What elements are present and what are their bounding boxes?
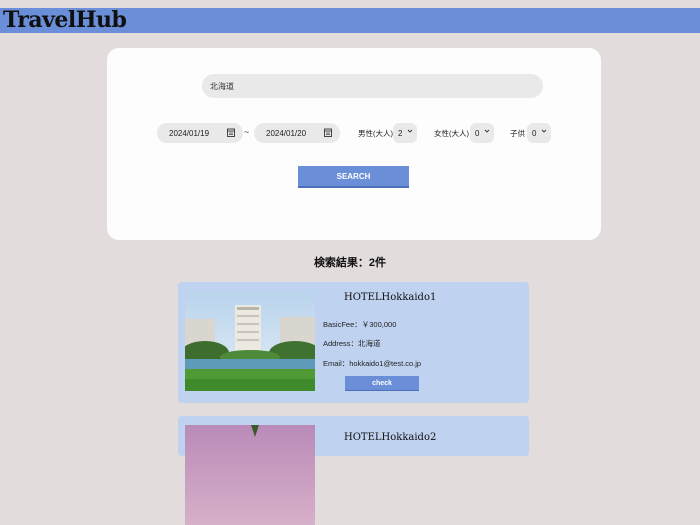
check-button[interactable]: check	[345, 376, 419, 391]
brand-logo[interactable]: TravelHub	[3, 8, 127, 33]
hotel-name: HOTELHokkaido1	[344, 292, 437, 303]
children-select[interactable]: 0	[527, 123, 551, 143]
children-value: 0	[532, 128, 537, 138]
checkin-date-value: 2024/01/19	[169, 128, 210, 138]
hotel-photo	[185, 425, 315, 525]
date-range-separator: ~	[244, 127, 250, 137]
male-adults-value: 2	[398, 128, 403, 138]
female-adults-label: 女性(大人)	[434, 129, 469, 138]
chevron-down-icon	[541, 129, 547, 133]
checkout-date-field[interactable]: 2024/01/20	[254, 123, 340, 143]
calendar-icon[interactable]	[227, 128, 235, 137]
checkin-date-field[interactable]: 2024/01/19	[157, 123, 243, 143]
search-panel: 北海道 2024/01/19 ~ 2024/01/20 男性(大人) 2 女性(…	[107, 48, 601, 240]
hotel-photo	[185, 291, 315, 391]
hotel-card: HOTELHokkaido1 BasicFee：￥300,000 Address…	[178, 282, 529, 403]
app-header: TravelHub	[0, 8, 700, 33]
hotel-address: Address：北海道	[323, 339, 381, 348]
hotel-basic-fee: BasicFee：￥300,000	[323, 320, 397, 329]
calendar-icon[interactable]	[324, 128, 332, 137]
destination-input[interactable]: 北海道	[202, 74, 543, 98]
female-adults-value: 0	[475, 128, 480, 138]
male-adults-label: 男性(大人)	[358, 129, 393, 138]
female-adults-select[interactable]: 0	[470, 123, 494, 143]
chevron-down-icon	[484, 129, 490, 133]
hotel-card: HOTELHokkaido2	[178, 416, 529, 525]
checkout-date-value: 2024/01/20	[266, 128, 307, 138]
chevron-down-icon	[407, 129, 413, 133]
children-label: 子供	[510, 129, 525, 138]
hotel-email: Email：hokkaido1@test.co.jp	[323, 359, 422, 368]
search-button[interactable]: SEARCH	[298, 166, 409, 188]
result-count-heading: 検索結果：2件	[313, 257, 387, 269]
male-adults-select[interactable]: 2	[393, 123, 417, 143]
hotel-name: HOTELHokkaido2	[344, 432, 437, 443]
